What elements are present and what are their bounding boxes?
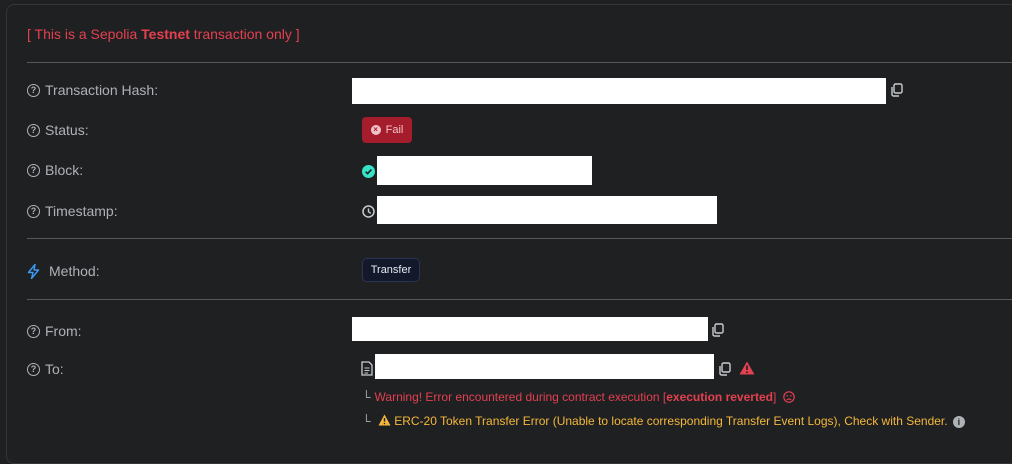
help-icon[interactable]: ? bbox=[27, 324, 40, 338]
info-icon[interactable]: i bbox=[952, 415, 965, 428]
warning2-text: ERC-20 Token Transfer Error (Unable to l… bbox=[394, 414, 948, 428]
divider bbox=[27, 299, 1012, 300]
divider bbox=[27, 238, 1012, 239]
status-row-label: ? Status: bbox=[27, 122, 89, 138]
block-value-redacted bbox=[377, 156, 592, 185]
from-label: From: bbox=[45, 323, 82, 339]
to-label: To: bbox=[45, 361, 64, 377]
method-row-label: Method: bbox=[27, 263, 100, 279]
help-icon[interactable]: ? bbox=[27, 163, 40, 177]
status-label: Status: bbox=[45, 122, 89, 138]
status-text: Fail bbox=[385, 124, 404, 136]
from-row-label: ? From: bbox=[27, 323, 82, 339]
tx-hash-row-label: ? Transaction Hash: bbox=[27, 82, 158, 98]
sad-face-icon bbox=[782, 391, 795, 403]
help-icon[interactable]: ? bbox=[27, 83, 40, 97]
warning1-bold: execution reverted bbox=[666, 390, 773, 404]
copy-icon[interactable] bbox=[711, 323, 725, 337]
erc20-transfer-warning: └ ERC-20 Token Transfer Error (Unable to… bbox=[362, 414, 965, 428]
copy-icon[interactable] bbox=[890, 83, 904, 97]
banner-suffix: transaction only ] bbox=[189, 26, 300, 42]
method-label: Method: bbox=[49, 263, 100, 279]
method-text: Transfer bbox=[370, 264, 412, 276]
lightning-icon bbox=[27, 263, 40, 279]
help-icon[interactable]: ? bbox=[27, 204, 40, 218]
banner-prefix: [ This is a Sepolia bbox=[27, 26, 142, 42]
timestamp-value-redacted bbox=[377, 196, 717, 224]
help-icon[interactable]: ? bbox=[27, 123, 40, 137]
to-address-redacted bbox=[375, 354, 714, 379]
from-address-redacted bbox=[352, 317, 708, 341]
warning-triangle-icon bbox=[378, 414, 391, 426]
method-badge: Transfer bbox=[362, 258, 420, 282]
testnet-banner: [ This is a Sepolia Testnet transaction … bbox=[27, 26, 300, 42]
to-row-label: ? To: bbox=[27, 361, 64, 377]
banner-bold: Testnet bbox=[141, 26, 190, 42]
tx-hash-value-redacted bbox=[352, 78, 886, 104]
execution-reverted-warning: └ Warning! Error encountered during contr… bbox=[362, 390, 795, 404]
block-label: Block: bbox=[45, 162, 84, 178]
warning1-suffix: ] bbox=[772, 390, 777, 404]
branch-icon: └ bbox=[362, 414, 371, 428]
divider bbox=[27, 62, 1012, 63]
warning-triangle-icon[interactable] bbox=[739, 361, 755, 375]
check-circle-icon bbox=[362, 165, 375, 178]
contract-file-icon bbox=[361, 361, 373, 376]
help-icon[interactable]: ? bbox=[27, 362, 40, 376]
warning1-prefix: Warning! Error encountered during contra… bbox=[374, 390, 667, 404]
timestamp-label: Timestamp: bbox=[45, 203, 118, 219]
block-row-label: ? Block: bbox=[27, 162, 83, 178]
tx-hash-label: Transaction Hash: bbox=[45, 82, 159, 98]
x-circle-icon: × bbox=[370, 125, 381, 135]
timestamp-row-label: ? Timestamp: bbox=[27, 203, 118, 219]
branch-icon: └ bbox=[362, 390, 371, 404]
status-badge: × Fail bbox=[362, 117, 412, 143]
copy-icon[interactable] bbox=[718, 362, 732, 376]
clock-icon bbox=[362, 205, 375, 218]
